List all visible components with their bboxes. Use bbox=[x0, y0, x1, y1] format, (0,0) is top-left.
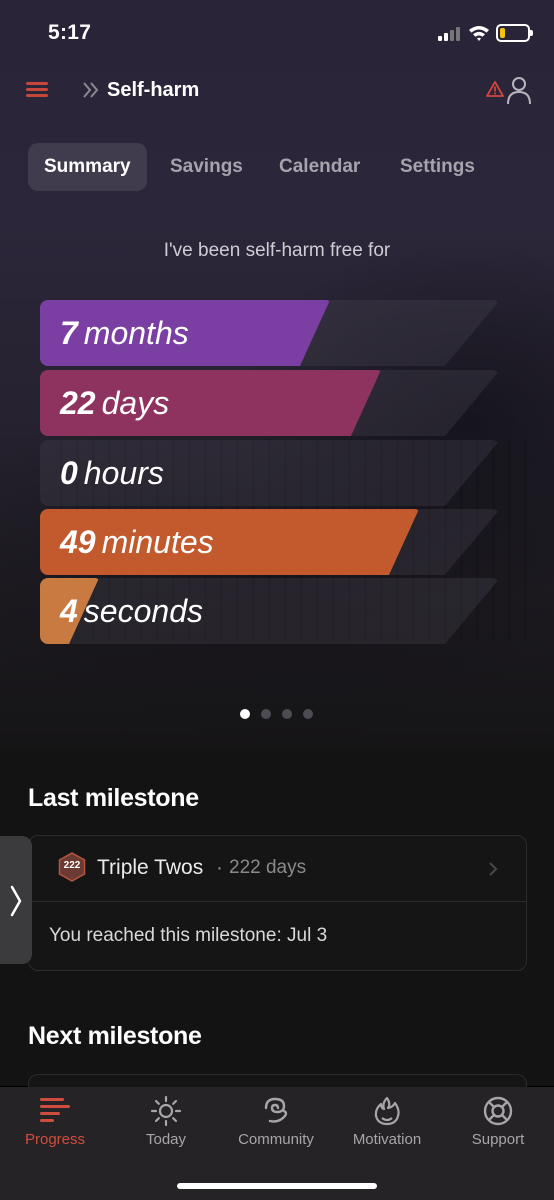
counter-value: 22 bbox=[60, 385, 96, 421]
nav-motivation[interactable]: Motivation bbox=[332, 1087, 442, 1167]
counter-unit: months bbox=[83, 315, 189, 351]
nav-label: Motivation bbox=[352, 1131, 422, 1148]
milestone-badge-icon: 222 bbox=[57, 852, 87, 882]
lifebuoy-icon bbox=[483, 1096, 513, 1126]
addiction-title[interactable]: Self-harm bbox=[107, 79, 199, 102]
nav-label: Support bbox=[471, 1131, 525, 1148]
hamburger-menu-icon[interactable] bbox=[26, 82, 48, 98]
milestone-reached-text: You reached this milestone: Jul 3 bbox=[49, 925, 328, 946]
counter-unit: days bbox=[101, 385, 170, 421]
duration-counters: 7 months 22 days 0 hours 49 minutes 4 seconds bbox=[40, 300, 502, 645]
tab-calendar[interactable]: Calendar bbox=[263, 143, 376, 191]
nav-community[interactable]: Community bbox=[221, 1087, 331, 1167]
counter-unit: seconds bbox=[83, 593, 203, 629]
page-dot[interactable] bbox=[303, 709, 313, 719]
counter-value: 7 bbox=[60, 315, 78, 351]
profile-icon[interactable] bbox=[505, 75, 531, 105]
page-dot[interactable] bbox=[240, 709, 250, 719]
tab-settings[interactable]: Settings bbox=[384, 143, 491, 191]
page-dot[interactable] bbox=[261, 709, 271, 719]
nav-progress[interactable]: Progress bbox=[0, 1087, 110, 1167]
tab-summary[interactable]: Summary bbox=[28, 143, 147, 191]
free-duration-label: I've been self-harm free for bbox=[163, 240, 391, 261]
wifi-icon bbox=[469, 26, 489, 41]
warning-icon[interactable] bbox=[486, 80, 504, 98]
cellular-signal-icon bbox=[438, 25, 462, 41]
counter-value: 49 bbox=[60, 524, 96, 560]
nav-label: Community bbox=[238, 1131, 314, 1148]
counter-value: 4 bbox=[60, 593, 78, 629]
counter-minutes: 49 minutes bbox=[40, 509, 500, 575]
status-time: 5:17 bbox=[48, 21, 92, 44]
status-bar: 5:17 bbox=[0, 0, 554, 64]
counter-hours: 0 hours bbox=[40, 440, 500, 506]
counter-value: 0 bbox=[60, 455, 78, 491]
counter-unit: minutes bbox=[101, 524, 214, 560]
home-indicator bbox=[177, 1183, 377, 1189]
milestone-name: Triple Twos bbox=[97, 856, 204, 879]
double-chevron-right-icon bbox=[83, 82, 99, 98]
sun-icon bbox=[150, 1095, 182, 1127]
chevron-right-icon bbox=[489, 862, 498, 876]
counter-unit: hours bbox=[83, 455, 164, 491]
flame-icon bbox=[374, 1096, 400, 1126]
page-dot[interactable] bbox=[282, 709, 292, 719]
counter-seconds: 4 seconds bbox=[40, 578, 500, 644]
community-icon bbox=[264, 1097, 288, 1123]
counter-days: 22 days bbox=[40, 370, 500, 436]
badge-number: 222 bbox=[63, 860, 81, 871]
nav-label: Today bbox=[145, 1131, 187, 1148]
progress-icon bbox=[40, 1098, 70, 1122]
side-drawer-handle[interactable] bbox=[0, 836, 32, 964]
milestone-separator: · bbox=[216, 856, 223, 879]
nav-label: Progress bbox=[24, 1131, 86, 1148]
last-milestone-card[interactable]: 222 Triple Twos · 222 days You reached t… bbox=[28, 835, 527, 971]
page-indicator[interactable] bbox=[240, 709, 320, 721]
next-milestone-heading: Next milestone bbox=[28, 1022, 202, 1050]
counter-months: 7 months bbox=[40, 300, 500, 366]
top-nav: Self-harm bbox=[0, 70, 554, 112]
battery-icon bbox=[496, 24, 533, 42]
nav-support[interactable]: Support bbox=[443, 1087, 553, 1167]
milestone-days: 222 days bbox=[229, 857, 307, 878]
nav-today[interactable]: Today bbox=[111, 1087, 221, 1167]
tab-savings[interactable]: Savings bbox=[154, 143, 259, 191]
last-milestone-heading: Last milestone bbox=[28, 784, 199, 812]
card-divider bbox=[29, 901, 526, 902]
chevron-right-icon bbox=[10, 885, 22, 917]
